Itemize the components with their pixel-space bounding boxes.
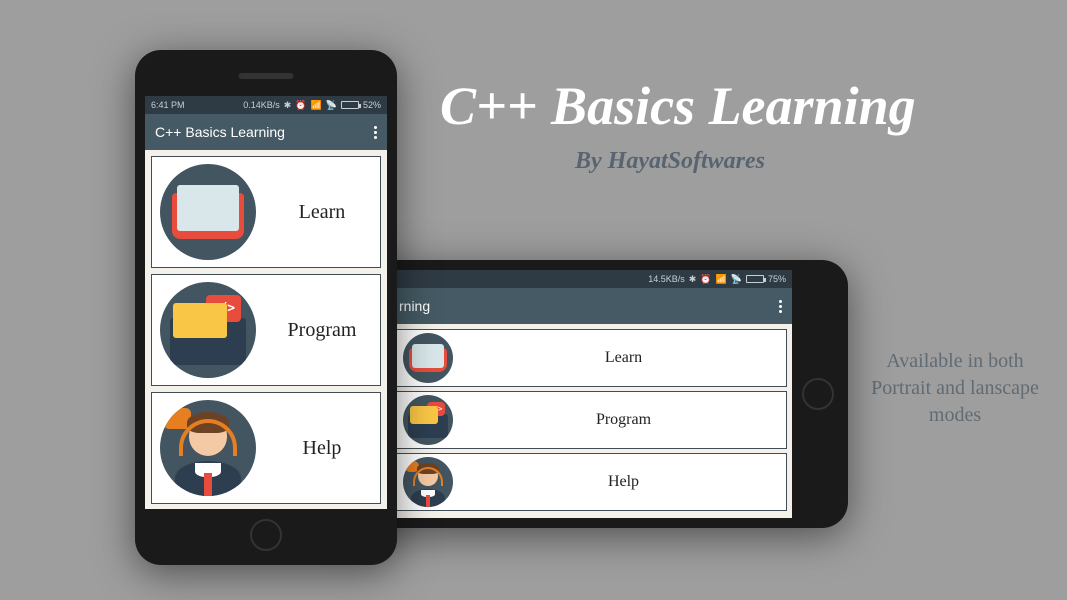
battery-icon [341, 101, 359, 109]
battery-icon [746, 275, 764, 283]
wifi-icon: 📡 [326, 100, 337, 111]
status-data-rate: 0.14KB/s [243, 100, 280, 110]
menu-item-program[interactable]: </> Program [394, 391, 787, 449]
alarm-icon: ⏰ [700, 274, 711, 285]
alarm-icon: ⏰ [295, 100, 306, 111]
status-data-rate: 14.5KB/s [648, 274, 685, 284]
bluetooth-icon: ✱ [689, 274, 697, 285]
landscape-screen: 14.5KB/s ✱ ⏰ 📶 📡 75% rning Learn </> Pro… [389, 270, 792, 518]
program-icon: </> [403, 395, 453, 445]
hero-title: C++ Basics Learning [440, 75, 916, 137]
home-button[interactable] [802, 378, 834, 410]
signal-icon: 📶 [311, 100, 322, 111]
app-title: rning [399, 298, 430, 314]
portrait-screen: 6:41 PM 0.14KB/s ✱ ⏰ 📶 📡 52% C++ Basics … [145, 96, 387, 509]
menu-label: Help [469, 473, 778, 491]
menu-item-program[interactable]: </> Program [151, 274, 381, 386]
menu-label: Help [272, 437, 372, 460]
phone-speaker [239, 73, 294, 79]
menu-label: Learn [272, 201, 372, 224]
learn-icon [403, 333, 453, 383]
status-battery-pct: 52% [363, 100, 381, 110]
phone-portrait-frame: 6:41 PM 0.14KB/s ✱ ⏰ 📶 📡 52% C++ Basics … [135, 50, 397, 565]
bluetooth-icon: ✱ [284, 100, 292, 111]
menu-item-learn[interactable]: Learn [151, 156, 381, 268]
menu-label: Program [469, 411, 778, 429]
signal-icon: 📶 [716, 274, 727, 285]
menu-item-learn[interactable]: Learn [394, 329, 787, 387]
status-battery-pct: 75% [768, 274, 786, 284]
status-time: 6:41 PM [151, 100, 185, 110]
status-bar: 14.5KB/s ✱ ⏰ 📶 📡 75% [389, 270, 792, 288]
wifi-icon: 📡 [731, 274, 742, 285]
overflow-menu-icon[interactable] [779, 300, 782, 313]
app-bar: C++ Basics Learning [145, 114, 387, 150]
help-icon [160, 400, 256, 496]
learn-icon [160, 164, 256, 260]
overflow-menu-icon[interactable] [374, 126, 377, 139]
menu-item-help[interactable]: Help [151, 392, 381, 504]
home-button[interactable] [250, 519, 282, 551]
help-icon [403, 457, 453, 507]
app-bar: rning [389, 288, 792, 324]
phone-landscape-frame: 14.5KB/s ✱ ⏰ 📶 📡 75% rning Learn </> Pro… [343, 260, 848, 528]
main-menu: Learn </> Program Help [389, 324, 792, 516]
menu-label: Program [272, 319, 372, 342]
menu-label: Learn [469, 349, 778, 367]
orientation-note: Available in both Portrait and lanscape … [855, 348, 1055, 429]
main-menu: Learn </> Program Help [145, 150, 387, 509]
status-bar: 6:41 PM 0.14KB/s ✱ ⏰ 📶 📡 52% [145, 96, 387, 114]
menu-item-help[interactable]: Help [394, 453, 787, 511]
app-title: C++ Basics Learning [155, 124, 285, 140]
hero-subtitle: By HayatSoftwares [575, 148, 765, 175]
program-icon: </> [160, 282, 256, 378]
